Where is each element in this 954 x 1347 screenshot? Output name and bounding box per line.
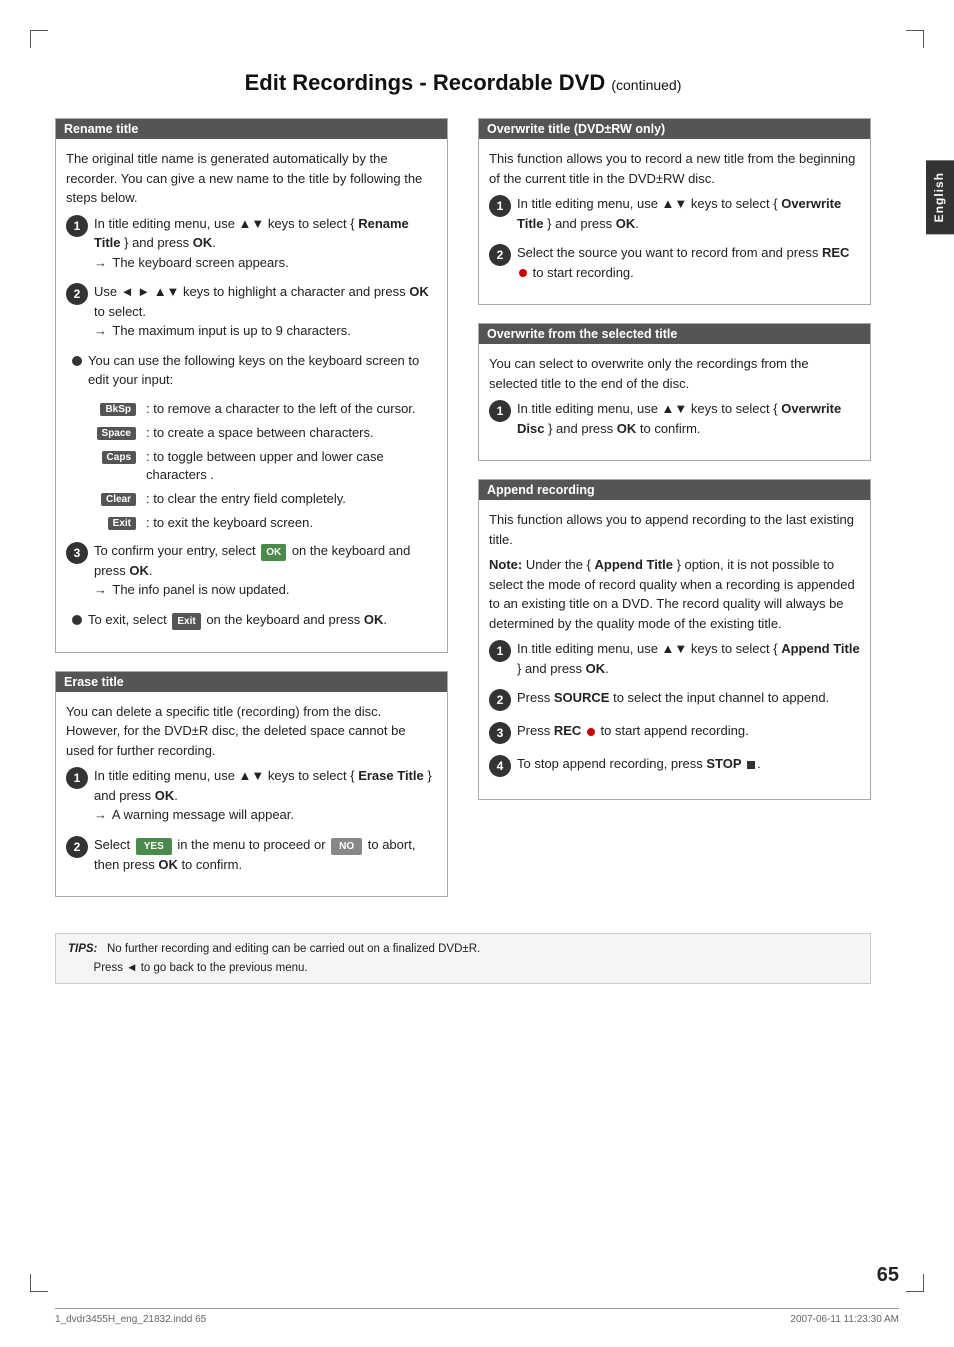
kbd-key-exit: Exit <box>86 514 138 530</box>
kbd-desc-caps: : to toggle between upper and lower case… <box>146 448 420 484</box>
kbd-row-caps: Caps : to toggle between upper and lower… <box>86 448 420 484</box>
kbd-key-bksp: BkSp <box>86 400 138 416</box>
corner-mark-tl-h <box>30 30 48 31</box>
rename-title-header: Rename title <box>56 119 447 139</box>
page-wrapper: English Edit Recordings - Recordable DVD… <box>0 0 954 1347</box>
rename-title-intro: The original title name is generated aut… <box>66 149 437 208</box>
kbd-desc-exit: : to exit the keyboard screen. <box>146 514 420 532</box>
bullet-dot <box>72 356 82 366</box>
overwrite-step-num-1: 1 <box>489 195 511 217</box>
kbd-row-bksp: BkSp : to remove a character to the left… <box>86 400 420 418</box>
rename-bullet-exit: To exit, select Exit on the keyboard and… <box>66 610 437 630</box>
erase-title-intro: You can delete a specific title (recordi… <box>66 702 437 761</box>
stop-square <box>747 761 755 769</box>
overwrite-title-section: Overwrite title (DVD±RW only) This funct… <box>478 118 871 305</box>
step-num-3: 3 <box>66 542 88 564</box>
kbd-row-exit: Exit : to exit the keyboard screen. <box>86 514 420 532</box>
append-note: Note: Under the { Append Title } option,… <box>489 555 860 633</box>
erase-step-1-text: In title editing menu, use ▲▼ keys to se… <box>94 766 437 825</box>
footer-left: 1_dvdr3455H_eng_21832.indd 65 <box>55 1314 206 1325</box>
overwrite-sel-step-1: 1 In title editing menu, use ▲▼ keys to … <box>489 399 860 438</box>
erase-step-2-text: Select YES in the menu to proceed or NO … <box>94 835 437 875</box>
overwrite-step-num-2: 2 <box>489 244 511 266</box>
erase-step-num-2: 2 <box>66 836 88 858</box>
erase-step-num-1: 1 <box>66 767 88 789</box>
kbd-row-clear: Clear : to clear the entry field complet… <box>86 490 420 508</box>
left-column: Rename title The original title name is … <box>55 118 448 915</box>
append-step-1-text: In title editing menu, use ▲▼ keys to se… <box>517 639 860 678</box>
rename-step-3: 3 To confirm your entry, select OK on th… <box>66 541 437 600</box>
append-step-num-4: 4 <box>489 755 511 777</box>
kbd-desc-bksp: : to remove a character to the left of t… <box>146 400 420 418</box>
two-column-layout: Rename title The original title name is … <box>55 118 871 915</box>
corner-mark-bl-v <box>30 1274 31 1292</box>
step-num-1: 1 <box>66 215 88 237</box>
right-column: Overwrite title (DVD±RW only) This funct… <box>478 118 871 818</box>
footer-right: 2007-06-11 11:23:30 AM <box>790 1314 899 1325</box>
rename-step-2-text: Use ◄ ► ▲▼ keys to highlight a character… <box>94 282 437 341</box>
rename-step-1-text: In title editing menu, use ▲▼ keys to se… <box>94 214 437 273</box>
overwrite-step-1-text: In title editing menu, use ▲▼ keys to se… <box>517 194 860 233</box>
append-step-num-2: 2 <box>489 689 511 711</box>
kbd-key-space: Space <box>86 424 138 440</box>
overwrite-selected-header: Overwrite from the selected title <box>479 324 870 344</box>
main-content: Edit Recordings - Recordable DVD (contin… <box>0 30 926 1004</box>
append-step-4: 4 To stop append recording, press STOP . <box>489 754 860 777</box>
append-step-2-text: Press SOURCE to select the input channel… <box>517 688 860 708</box>
overwrite-title-header: Overwrite title (DVD±RW only) <box>479 119 870 139</box>
erase-step-2: 2 Select YES in the menu to proceed or N… <box>66 835 437 875</box>
overwrite-step-2-text: Select the source you want to record fro… <box>517 243 860 282</box>
corner-mark-bl-h <box>30 1291 48 1292</box>
overwrite-sel-step-1-text: In title editing menu, use ▲▼ keys to se… <box>517 399 860 438</box>
erase-title-section: Erase title You can delete a specific ti… <box>55 671 448 898</box>
step-num-2: 2 <box>66 283 88 305</box>
kbd-desc-space: : to create a space between characters. <box>146 424 420 442</box>
corner-mark-br-h <box>906 1291 924 1292</box>
tips-bar: TIPS: No further recording and editing c… <box>55 933 871 984</box>
corner-mark-br-v <box>923 1274 924 1292</box>
append-step-2: 2 Press SOURCE to select the input chann… <box>489 688 860 711</box>
page-number: 65 <box>877 1264 899 1287</box>
rename-exit-text: To exit, select Exit on the keyboard and… <box>88 610 437 630</box>
append-step-3: 3 Press REC to start append recording. <box>489 721 860 744</box>
rec-dot-2 <box>587 728 595 736</box>
tips-label: TIPS: <box>68 943 97 955</box>
kbd-key-clear: Clear <box>86 490 138 506</box>
append-recording-section: Append recording This function allows yo… <box>478 479 871 800</box>
corner-mark-tr-h <box>906 30 924 31</box>
append-recording-header: Append recording <box>479 480 870 500</box>
rename-step-3-text: To confirm your entry, select OK on the … <box>94 541 437 600</box>
keyboard-keys-table: BkSp : to remove a character to the left… <box>86 400 420 533</box>
page-title: Edit Recordings - Recordable DVD (contin… <box>55 70 871 96</box>
append-step-num-3: 3 <box>489 722 511 744</box>
overwrite-step-1: 1 In title editing menu, use ▲▼ keys to … <box>489 194 860 233</box>
append-step-3-text: Press REC to start append recording. <box>517 721 860 741</box>
rename-step-1: 1 In title editing menu, use ▲▼ keys to … <box>66 214 437 273</box>
rename-bullet-keys: You can use the following keys on the ke… <box>66 351 437 390</box>
overwrite-selected-intro: You can select to overwrite only the rec… <box>489 354 860 393</box>
overwrite-title-intro: This function allows you to record a new… <box>489 149 860 188</box>
append-step-4-text: To stop append recording, press STOP . <box>517 754 860 774</box>
rename-title-section: Rename title The original title name is … <box>55 118 448 653</box>
rename-step-2: 2 Use ◄ ► ▲▼ keys to highlight a charact… <box>66 282 437 341</box>
rec-dot <box>519 269 527 277</box>
kbd-desc-clear: : to clear the entry field completely. <box>146 490 420 508</box>
append-step-1: 1 In title editing menu, use ▲▼ keys to … <box>489 639 860 678</box>
corner-mark-tl-v <box>30 30 31 48</box>
bullet-dot-exit <box>72 615 82 625</box>
side-tab-english: English <box>926 160 954 234</box>
append-step-num-1: 1 <box>489 640 511 662</box>
footer: 1_dvdr3455H_eng_21832.indd 65 2007-06-11… <box>55 1308 899 1325</box>
kbd-row-space: Space : to create a space between charac… <box>86 424 420 442</box>
overwrite-selected-section: Overwrite from the selected title You ca… <box>478 323 871 461</box>
kbd-key-caps: Caps <box>86 448 138 464</box>
corner-mark-tr-v <box>923 30 924 48</box>
overwrite-sel-step-num-1: 1 <box>489 400 511 422</box>
overwrite-step-2: 2 Select the source you want to record f… <box>489 243 860 282</box>
erase-step-1: 1 In title editing menu, use ▲▼ keys to … <box>66 766 437 825</box>
erase-title-header: Erase title <box>56 672 447 692</box>
rename-bullet-text: You can use the following keys on the ke… <box>88 351 437 390</box>
append-recording-intro: This function allows you to append recor… <box>489 510 860 549</box>
